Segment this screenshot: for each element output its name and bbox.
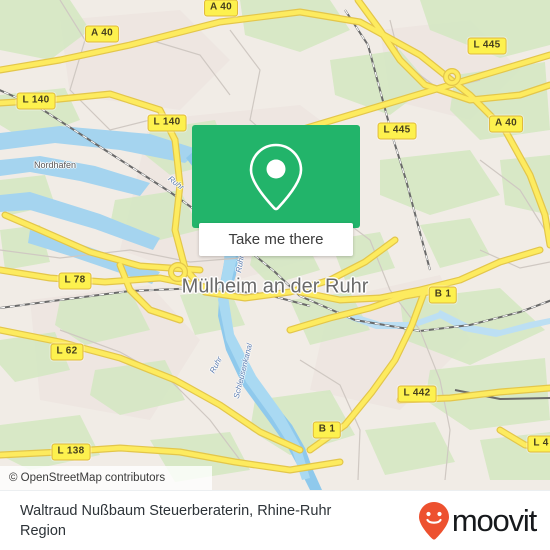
take-me-there-label: Take me there	[228, 231, 324, 248]
road-shield: A 40	[489, 115, 523, 133]
road-shield: L 140	[16, 92, 56, 110]
osm-attribution-text: © OpenStreetMap contributors	[9, 472, 166, 484]
road-shield: L 445	[377, 122, 417, 140]
road-shield: L 140	[147, 114, 187, 132]
city-label: Mülheim an der Ruhr	[181, 275, 369, 298]
moovit-logo[interactable]: moovit	[417, 501, 537, 541]
map-page: Mülheim an der Ruhr Nordhafen Ruhr Ruhr Ru…	[0, 0, 550, 550]
road-shield: A 40	[85, 25, 119, 43]
road-shield: B 1	[312, 421, 342, 439]
road-shield: L 445	[467, 37, 507, 55]
moovit-pin-smiley-icon	[418, 501, 449, 540]
road-shield: L 4	[527, 435, 550, 453]
moovit-wordmark: moovit	[451, 503, 537, 538]
road-shield: L 78	[58, 272, 92, 290]
page-title: Waltraud Nußbaum Steuerberaterin, Rhine-…	[20, 502, 332, 539]
map-pin-icon	[249, 143, 303, 210]
osm-attribution[interactable]: © OpenStreetMap contributors	[0, 466, 212, 490]
take-me-there-button[interactable]: Take me there	[199, 223, 353, 256]
road-shield: B 1	[428, 286, 458, 304]
destination-card-body	[192, 125, 360, 228]
destination-card: Take me there	[192, 125, 360, 256]
road-shield: L 62	[50, 343, 84, 361]
road-shield: L 138	[51, 443, 91, 461]
page-footer: Waltraud Nußbaum Steuerberaterin, Rhine-…	[0, 490, 550, 550]
poi-label: Nordhafen	[33, 160, 77, 170]
road-shield: A 40	[204, 0, 238, 17]
road-shield: L 442	[397, 385, 437, 403]
